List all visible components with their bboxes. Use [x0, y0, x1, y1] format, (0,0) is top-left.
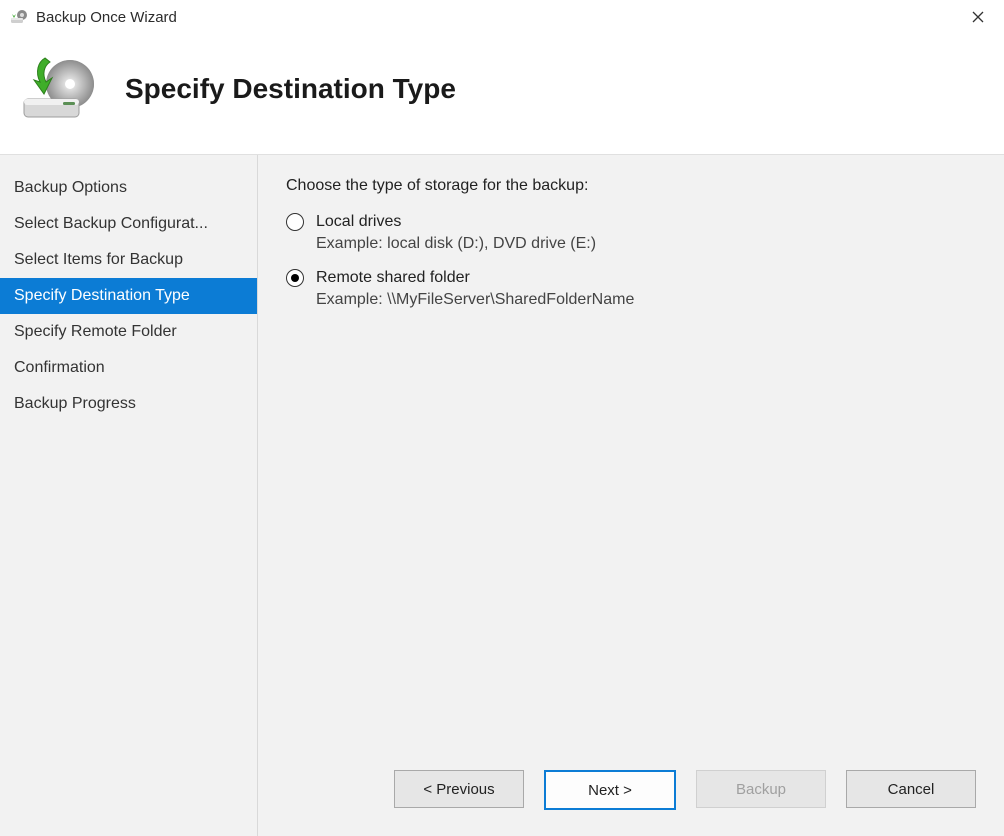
option-remote-folder-example: Example: \\MyFileServer\SharedFolderName [316, 291, 976, 309]
step-specify-destination-type[interactable]: Specify Destination Type [0, 278, 257, 314]
wizard-steps: Backup Options Select Backup Configurat.… [0, 155, 258, 836]
radio-remote-folder[interactable] [286, 269, 304, 287]
next-button[interactable]: Next > [544, 770, 676, 810]
wizard-header: Specify Destination Type [0, 34, 1004, 154]
radio-local-drives[interactable] [286, 213, 304, 231]
close-button[interactable] [962, 1, 994, 33]
content-prompt: Choose the type of storage for the backu… [286, 177, 976, 195]
option-local-drives-example: Example: local disk (D:), DVD drive (E:) [316, 235, 976, 253]
option-local-drives[interactable]: Local drives [286, 213, 976, 231]
previous-button[interactable]: < Previous [394, 770, 524, 808]
step-select-backup-configuration[interactable]: Select Backup Configurat... [0, 206, 257, 242]
step-backup-progress[interactable]: Backup Progress [0, 386, 257, 422]
step-specify-remote-folder[interactable]: Specify Remote Folder [0, 314, 257, 350]
step-select-items[interactable]: Select Items for Backup [0, 242, 257, 278]
wizard-footer: < Previous Next > Backup Cancel [258, 752, 1004, 836]
option-remote-folder[interactable]: Remote shared folder [286, 269, 976, 287]
step-confirmation[interactable]: Confirmation [0, 350, 257, 386]
window-title: Backup Once Wizard [36, 9, 177, 26]
option-remote-folder-label: Remote shared folder [316, 269, 470, 287]
backup-wizard-icon [10, 8, 28, 26]
backup-button: Backup [696, 770, 826, 808]
option-local-drives-label: Local drives [316, 213, 401, 231]
backup-disc-icon [20, 54, 100, 124]
wizard-content: Choose the type of storage for the backu… [258, 155, 1004, 752]
titlebar: Backup Once Wizard [0, 0, 1004, 34]
cancel-button[interactable]: Cancel [846, 770, 976, 808]
page-title: Specify Destination Type [125, 73, 456, 105]
step-backup-options[interactable]: Backup Options [0, 170, 257, 206]
